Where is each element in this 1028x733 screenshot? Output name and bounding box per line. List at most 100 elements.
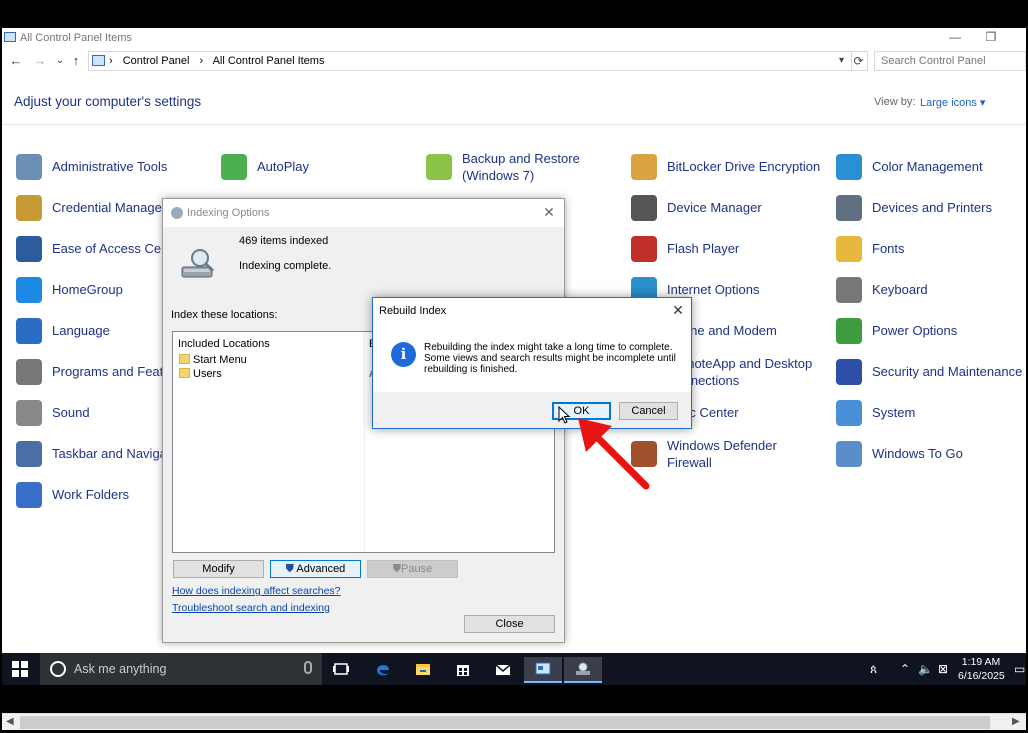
store-button[interactable]: [444, 657, 482, 683]
dialog-title: Indexing Options: [187, 207, 270, 219]
dialog-titlebar: Indexing Options ✕: [163, 199, 564, 227]
programs-icon: [16, 359, 42, 385]
dialog-titlebar: Rebuild Index ✕: [373, 298, 691, 324]
autoplay-icon: [221, 154, 247, 180]
close-button[interactable]: Close: [464, 615, 555, 633]
bitlocker-icon: [631, 154, 657, 180]
clock-time[interactable]: 1:19 AM: [960, 656, 1002, 668]
indexing-taskbar-button[interactable]: [564, 657, 602, 683]
breadcrumb-all-items[interactable]: All Control Panel Items: [213, 55, 325, 67]
list-item[interactable]: Users: [179, 368, 222, 380]
list-item[interactable]: Start Menu: [179, 354, 247, 366]
up-button[interactable]: ↑: [68, 53, 84, 69]
window-titlebar: All Control Panel Items — ❐: [2, 28, 1026, 48]
close-icon[interactable]: ✕: [669, 302, 687, 319]
forward-button[interactable]: →: [32, 53, 48, 69]
chevron-down-icon[interactable]: ▾: [839, 55, 849, 66]
flash-icon: [631, 236, 657, 262]
cp-item[interactable]: Security and Maintenance: [836, 357, 1028, 393]
back-button[interactable]: ←: [8, 53, 24, 69]
cp-item[interactable]: Device Manager: [631, 193, 831, 229]
window-title: All Control Panel Items: [20, 32, 132, 44]
control-panel-icon: [535, 662, 551, 675]
minimize-button[interactable]: —: [940, 30, 970, 46]
cp-item[interactable]: System: [836, 398, 1028, 434]
cp-item[interactable]: Flash Player: [631, 234, 831, 270]
network-icon[interactable]: ⊠: [938, 662, 948, 676]
cp-item[interactable]: Windows To Go: [836, 439, 1028, 475]
divider: [2, 124, 1026, 125]
backup-icon: [426, 154, 452, 180]
cp-item[interactable]: Backup and Restore (Windows 7): [426, 151, 626, 188]
dialog-body: i Rebuilding the index might take a long…: [373, 324, 691, 392]
cp-item-label: Windows To Go: [872, 446, 963, 461]
mail-button[interactable]: [484, 657, 522, 683]
scroll-right-icon[interactable]: ▶: [1012, 716, 1020, 727]
system-tray: ጰ ⌃ 🔈 ⊠ 1:19 AM 6/16/2025 ▭: [862, 653, 1026, 685]
cp-item[interactable]: Devices and Printers: [836, 193, 1028, 229]
flag-icon: [836, 359, 862, 385]
cp-item-label: Flash Player: [667, 241, 740, 256]
notification-icon[interactable]: ▭: [1014, 662, 1025, 676]
scroll-left-icon[interactable]: ◀: [6, 716, 14, 727]
language-icon: [16, 318, 42, 344]
clock-date[interactable]: 6/16/2025: [958, 670, 1005, 682]
cp-item-label: Keyboard: [872, 282, 928, 297]
cp-item-label: Power Options: [872, 323, 958, 338]
view-by-dropdown[interactable]: Large icons ▾: [920, 96, 985, 109]
red-arrow-annotation: [578, 418, 650, 490]
task-view-button[interactable]: [322, 657, 360, 683]
close-icon[interactable]: ✕: [540, 204, 558, 221]
mail-icon: [495, 664, 511, 675]
cp-item[interactable]: Windows Defender Firewall: [631, 438, 831, 475]
taskbar-icon: [16, 441, 42, 467]
volume-icon[interactable]: 🔈: [918, 662, 933, 676]
refresh-button[interactable]: ⟳: [850, 51, 868, 71]
cp-item[interactable]: Power Options: [836, 316, 1028, 352]
cp-item[interactable]: Keyboard: [836, 275, 1028, 311]
microphone-icon[interactable]: [304, 661, 312, 674]
cp-item-label: Color Management: [872, 159, 983, 174]
cp-item[interactable]: Color Management: [836, 152, 1028, 188]
fonts-icon: [836, 236, 862, 262]
taskbar-search-placeholder: Ask me anything: [74, 662, 167, 676]
cp-item-label: Administrative Tools: [52, 159, 168, 174]
cp-item[interactable]: Fonts: [836, 234, 1028, 270]
cp-item-label: HomeGroup: [52, 282, 123, 297]
cp-item[interactable]: AutoPlay: [221, 152, 421, 188]
control-panel-icon: [4, 32, 16, 42]
address-row: ← → ⌄ ↑ › Control Panel › All Control Pa…: [2, 50, 1026, 72]
file-explorer-button[interactable]: [404, 657, 442, 683]
recent-locations-button[interactable]: ⌄: [52, 53, 68, 69]
cp-item[interactable]: BitLocker Drive Encryption: [631, 152, 831, 188]
scrollbar-thumb[interactable]: [20, 716, 990, 729]
column-divider: [364, 332, 365, 552]
taskbar-search[interactable]: Ask me anything: [40, 653, 322, 685]
windows-to-go-icon: [836, 441, 862, 467]
shield-icon: ⛊: [285, 563, 294, 575]
chevron-up-icon[interactable]: ⌃: [900, 662, 910, 676]
horizontal-scrollbar[interactable]: ◀ ▶: [2, 713, 1026, 730]
search-input[interactable]: Search Control Panel: [874, 51, 1026, 71]
page-title: Adjust your computer's settings: [14, 94, 202, 109]
keyboard-icon: [836, 277, 862, 303]
people-icon[interactable]: ጰ: [870, 662, 877, 677]
cp-item-label: Backup and Restore (Windows 7): [462, 151, 580, 183]
control-panel-taskbar-button[interactable]: [524, 657, 562, 683]
troubleshoot-link[interactable]: Troubleshoot search and indexing: [172, 602, 330, 614]
advanced-button[interactable]: ⛊ Advanced: [270, 560, 361, 578]
dialog-message: Rebuilding the index might take a long t…: [424, 342, 676, 375]
modify-button[interactable]: Modify: [173, 560, 264, 578]
cp-item-label: Fonts: [872, 241, 905, 256]
cp-item[interactable]: Administrative Tools: [16, 152, 216, 188]
breadcrumb-control-panel[interactable]: Control Panel: [123, 55, 190, 67]
power-icon: [836, 318, 862, 344]
pause-button[interactable]: ⛊Pause: [367, 560, 458, 578]
address-bar[interactable]: › Control Panel › All Control Panel Item…: [88, 51, 852, 71]
windows-start-icon[interactable]: [12, 661, 28, 677]
cp-item-label: Devices and Printers: [872, 200, 992, 215]
rebuild-index-dialog: Rebuild Index ✕ i Rebuilding the index m…: [372, 297, 692, 429]
edge-button[interactable]: [364, 657, 402, 683]
restore-button[interactable]: ❐: [976, 30, 1006, 46]
indexing-affect-link[interactable]: How does indexing affect searches?: [172, 585, 341, 597]
